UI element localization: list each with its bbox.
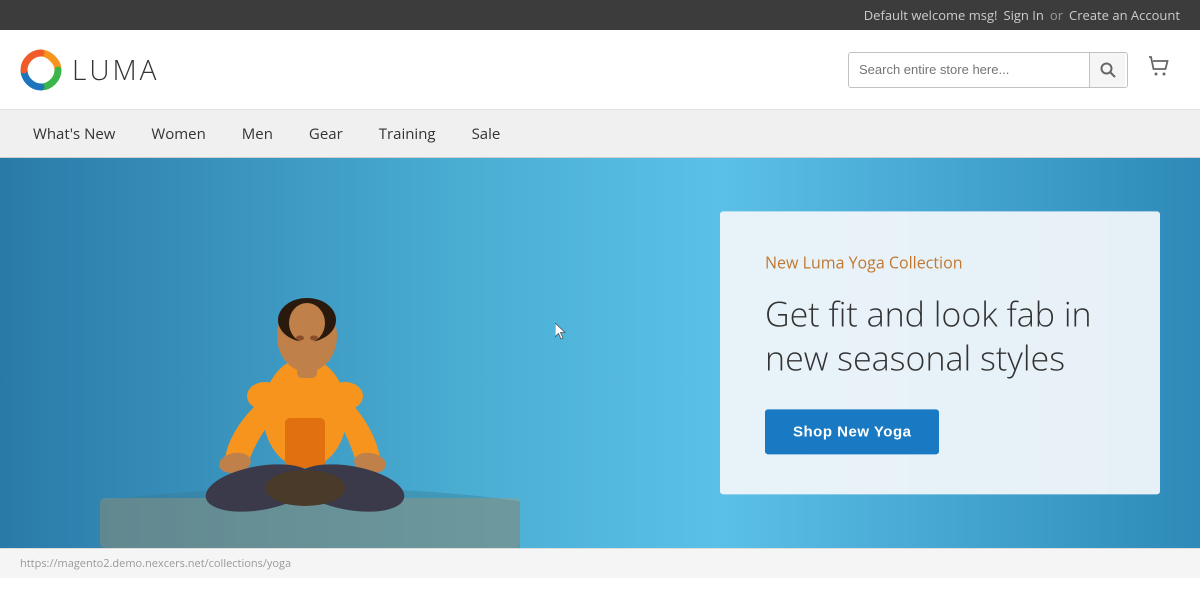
create-account-link[interactable]: Create an Account — [1069, 6, 1180, 24]
logo-text: LUMA — [72, 51, 159, 89]
or-separator: or — [1050, 6, 1063, 24]
signin-link[interactable]: Sign In — [1003, 6, 1043, 24]
footer-url: https://magento2.demo.nexcers.net/collec… — [20, 556, 291, 571]
hero-card: New Luma Yoga Collection Get fit and loo… — [720, 211, 1160, 494]
top-bar: Default welcome msg! Sign In or Create a… — [0, 0, 1200, 30]
hero-banner: New Luma Yoga Collection Get fit and loo… — [0, 158, 1200, 548]
nav-item-training[interactable]: Training — [361, 110, 454, 158]
nav-item-men[interactable]: Men — [224, 110, 291, 158]
cart-button[interactable] — [1138, 50, 1180, 90]
hero-title: Get fit and look fab in new seasonal sty… — [765, 291, 1115, 379]
nav-item-gear[interactable]: Gear — [291, 110, 361, 158]
nav-item-women[interactable]: Women — [133, 110, 223, 158]
main-nav: What's New Women Men Gear Training Sale — [0, 110, 1200, 158]
header-right — [848, 50, 1180, 90]
hero-figure — [100, 158, 520, 548]
welcome-message: Default welcome msg! — [864, 6, 998, 24]
yoga-pose-svg — [100, 158, 520, 548]
nav-item-whats-new[interactable]: What's New — [15, 110, 133, 158]
logo-link[interactable]: LUMA — [20, 49, 159, 91]
hero-subtitle: New Luma Yoga Collection — [765, 251, 1115, 273]
footer-bar: https://magento2.demo.nexcers.net/collec… — [0, 548, 1200, 578]
nav-item-sale[interactable]: Sale — [454, 110, 519, 158]
search-input[interactable] — [849, 53, 1089, 87]
search-button[interactable] — [1089, 52, 1125, 88]
site-header: LUMA — [0, 30, 1200, 110]
logo-icon — [20, 49, 62, 91]
shop-yoga-button[interactable]: Shop New Yoga — [765, 410, 939, 455]
search-wrapper — [848, 52, 1128, 88]
cart-icon — [1146, 54, 1172, 80]
search-icon — [1100, 62, 1116, 78]
